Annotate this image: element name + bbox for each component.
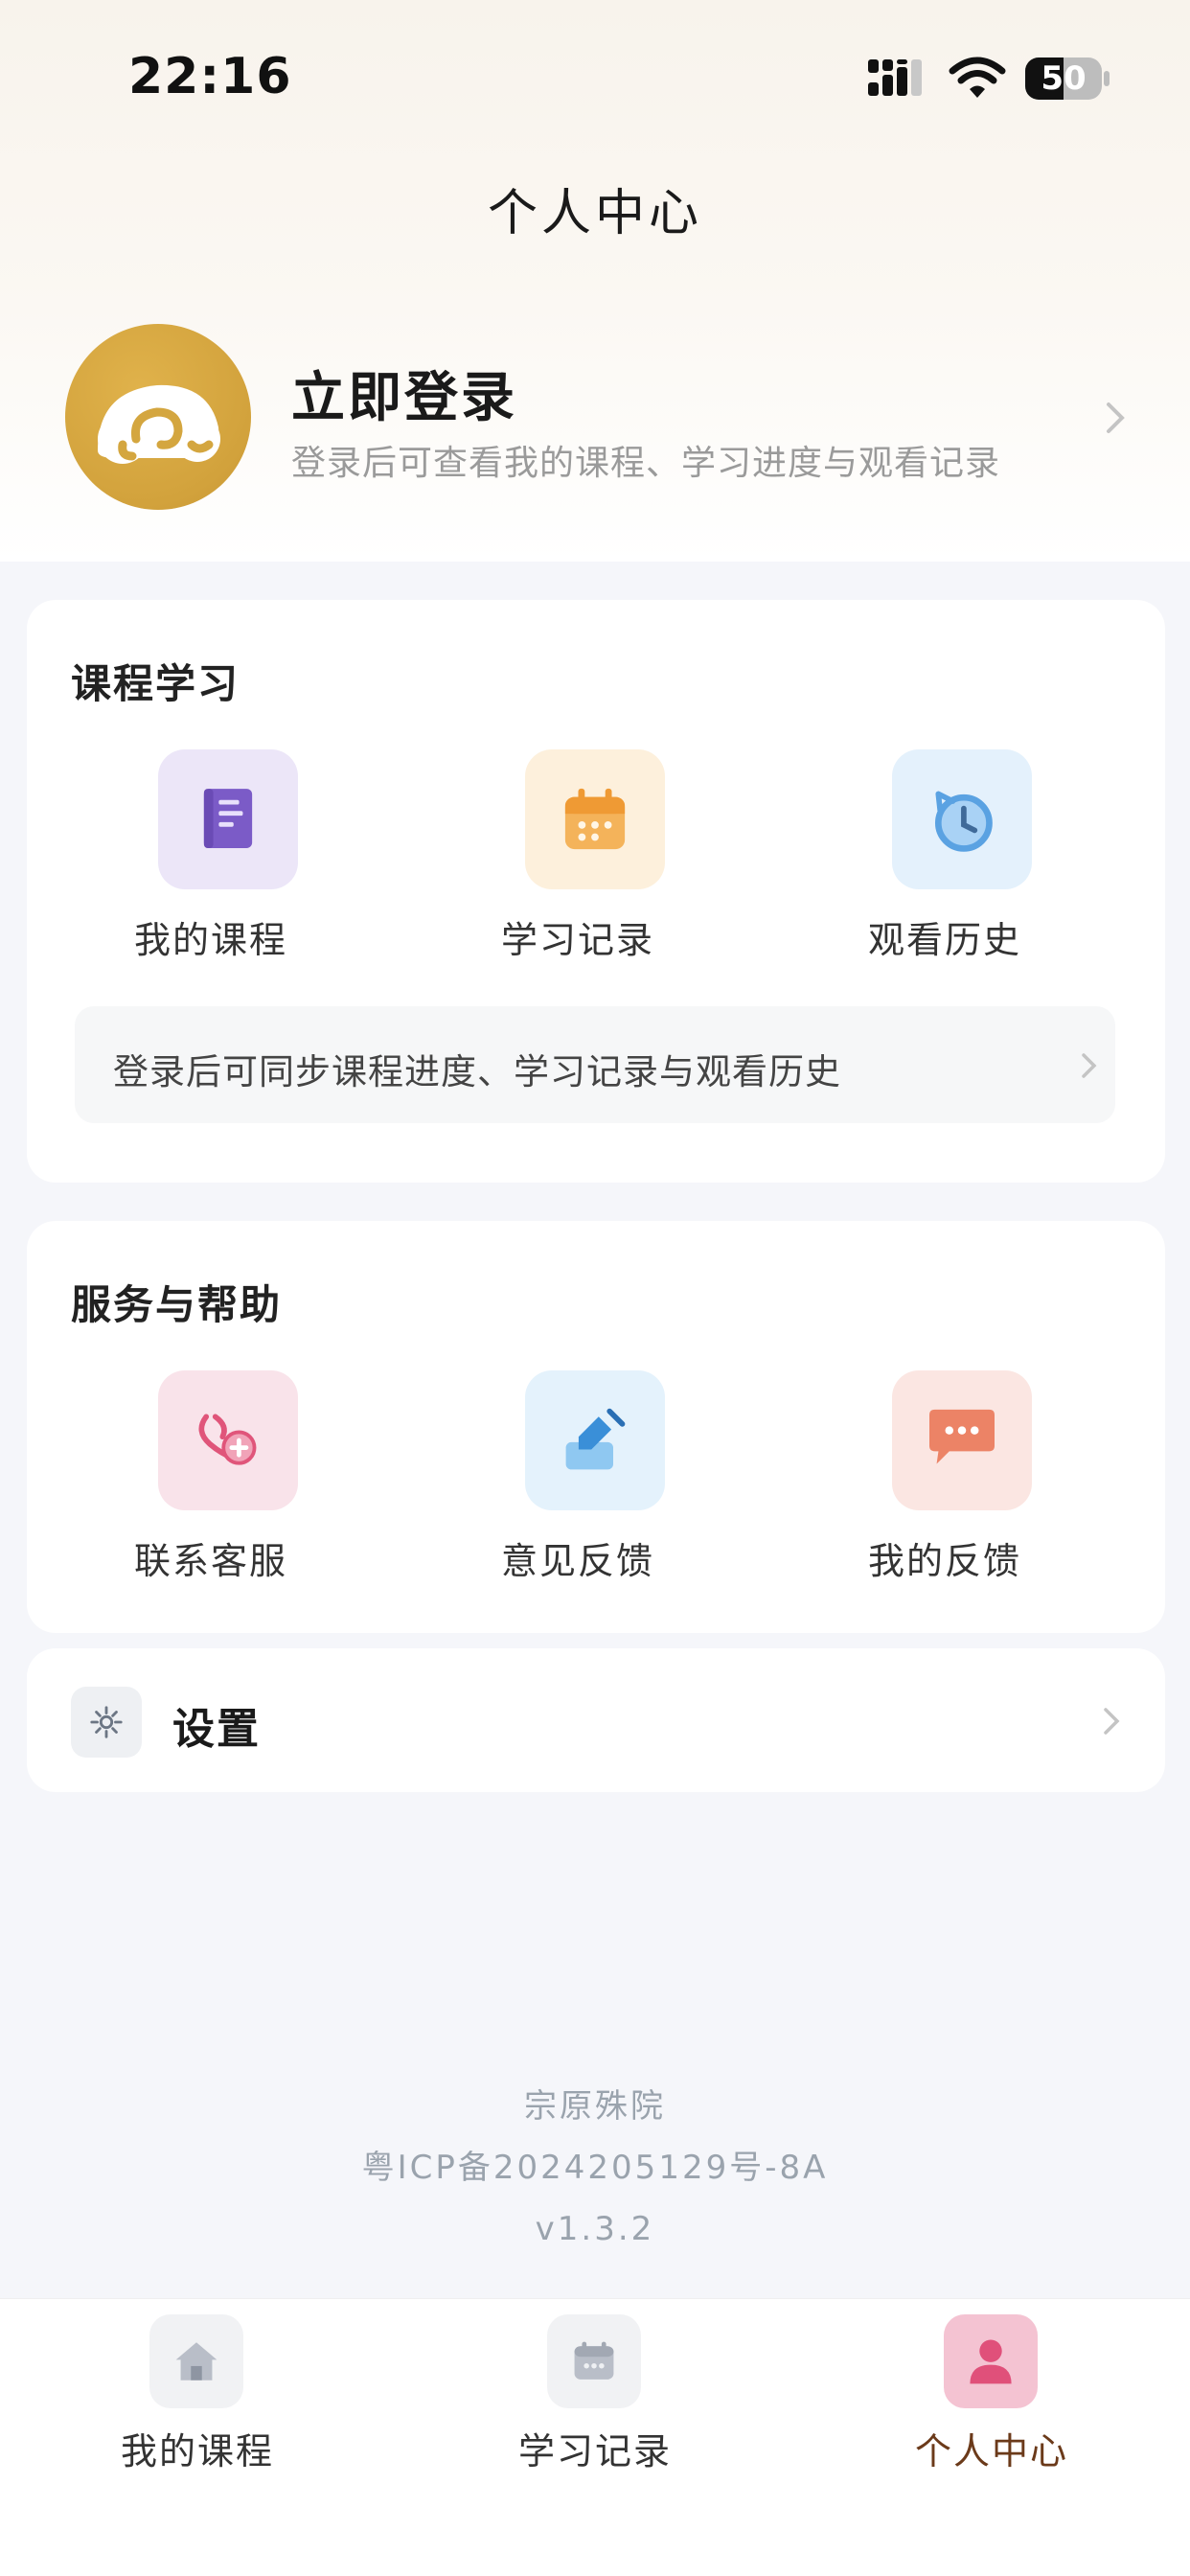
header-area: 22:16 50 个人中心 立即登录 登录后可查看我的课程、学习进度与观看记录 [0,0,1190,562]
footer-version: v1.3.2 [535,2210,655,2248]
book-icon [203,789,253,848]
item-label: 观看历史 [867,919,1021,961]
avatar [65,324,251,510]
section-title: 服务与帮助 [71,1281,283,1328]
calendar-icon-tile [525,749,665,889]
item-label: 我的课程 [133,919,287,961]
footer-org-name: 宗原殊院 [524,2087,666,2126]
grid-item-feedback[interactable]: 意见反馈 [472,1370,683,1591]
section-title: 课程学习 [71,660,240,707]
grid-item-watch-history[interactable]: 观看历史 [839,749,1050,970]
tab-label: 我的课程 [120,2430,274,2472]
grid-item-my-feedback[interactable]: 我的反馈 [839,1370,1050,1591]
service-help-card: 服务与帮助 联系客服 意见反馈 我的反馈 [27,1221,1165,1633]
history-clock-icon [934,791,993,852]
tab-my-courses[interactable]: 我的课程 [73,2314,322,2487]
chat-bubble-icon [929,1409,995,1464]
service-icon-tile [158,1370,298,1510]
item-label: 联系客服 [133,1540,287,1582]
home-icon [175,2342,217,2380]
feedback-icon-tile [525,1370,665,1510]
signal-icon [868,59,929,102]
chevron-right-icon [1104,1708,1120,1735]
status-bar: 22:16 50 [0,0,1190,153]
person-icon-box [944,2314,1038,2408]
login-subtitle: 登录后可查看我的课程、学习进度与观看记录 [291,444,1001,483]
tab-personal-center[interactable]: 个人中心 [867,2314,1116,2487]
tab-label: 个人中心 [914,2430,1068,2472]
settings-label: 设置 [172,1705,261,1754]
footer-icp-number: 粤ICP备2024205129号-8A [361,2149,829,2187]
battery-indicator: 50 [1025,58,1110,100]
calendar-icon [564,788,626,850]
login-profile-row[interactable]: 立即登录 登录后可查看我的课程、学习进度与观看记录 [0,316,1190,514]
item-label: 学习记录 [500,919,654,961]
edit-icon [565,1408,626,1470]
item-label: 我的反馈 [867,1540,1021,1582]
book-icon-tile [158,749,298,889]
wifi-icon [949,57,1006,98]
tab-label: 学习记录 [517,2430,672,2472]
item-label: 意见反馈 [500,1540,654,1582]
settings-icon-box [71,1687,142,1758]
footer-info: 宗原殊院 粤ICP备2024205129号-8A v1.3.2 [0,2076,1190,2260]
my-feedback-icon-tile [892,1370,1032,1510]
customer-service-icon [198,1414,257,1465]
tab-study-records[interactable]: 学习记录 [470,2314,720,2487]
personal-center-page: 22:16 50 个人中心 立即登录 登录后可查看我的课程、学习进度与观看记录 … [0,0,1190,2576]
grid-item-study-records[interactable]: 学习记录 [472,749,683,970]
notice-text: 登录后可同步课程进度、学习记录与观看历史 [113,1051,841,1092]
person-icon [970,2339,1012,2384]
chevron-right-icon [1082,1053,1097,1078]
calendar-icon-box [547,2314,641,2408]
history-icon-tile [892,749,1032,889]
settings-row[interactable]: 设置 [27,1648,1165,1792]
bottom-tab-bar: 我的课程 学习记录 个人中心 [0,2298,1190,2576]
calendar-icon [574,2341,614,2380]
course-learning-card: 课程学习 我的课程 学习记录 观看历史 登录后可同步课程进度、学习记录与观看历史 [27,600,1165,1183]
sync-login-notice[interactable]: 登录后可同步课程进度、学习记录与观看历史 [75,1006,1115,1123]
chevron-right-icon [1107,402,1125,433]
status-time: 22:16 [128,48,292,105]
home-icon-box [149,2314,243,2408]
gear-icon [90,1706,123,1738]
battery-level-text: 50 [1041,59,1087,98]
grid-item-my-courses[interactable]: 我的课程 [105,749,316,970]
cloud-logo-icon [98,384,220,464]
page-title: 个人中心 [487,185,702,242]
login-title: 立即登录 [291,367,517,429]
grid-item-contact-service[interactable]: 联系客服 [105,1370,316,1591]
